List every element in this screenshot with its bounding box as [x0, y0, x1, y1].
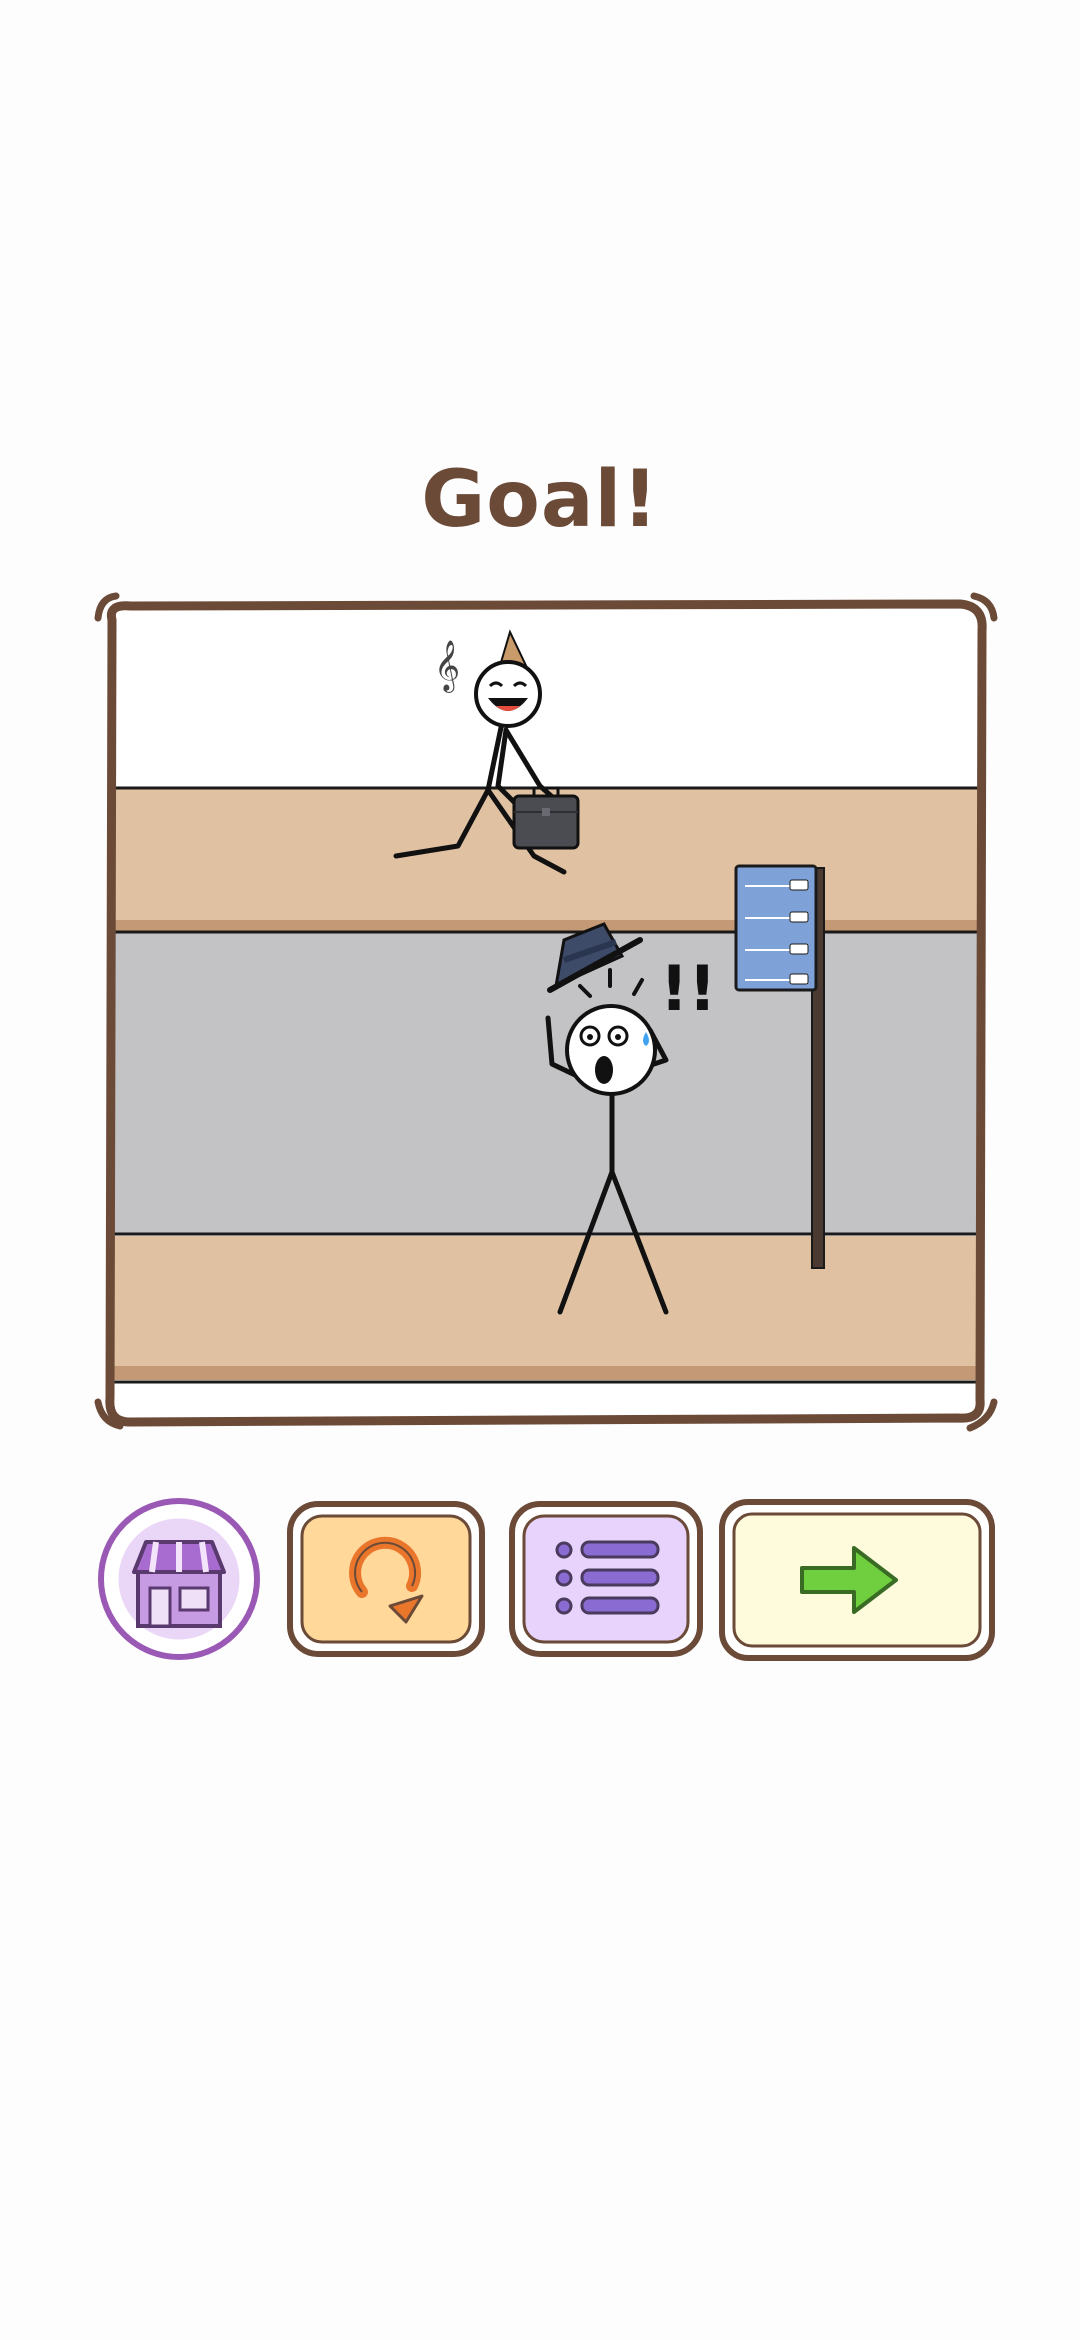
- exclamation-mark: !!: [660, 952, 717, 1025]
- road: [110, 932, 980, 1234]
- music-note: 𝄞: [434, 640, 460, 693]
- shop-icon: [132, 1540, 226, 1628]
- shop-button[interactable]: [96, 1496, 262, 1662]
- goal-title: Goal!: [421, 455, 659, 545]
- next-level-button[interactable]: [718, 1498, 996, 1662]
- restart-button[interactable]: [286, 1500, 486, 1658]
- level-scene: 𝄞 !!: [94, 592, 998, 1432]
- game-result-screen: Goal! 𝄞 !!: [0, 0, 1080, 2340]
- lower-sidewalk: [110, 1236, 980, 1366]
- briefcase: [512, 786, 580, 850]
- level-list-button[interactable]: [508, 1500, 704, 1658]
